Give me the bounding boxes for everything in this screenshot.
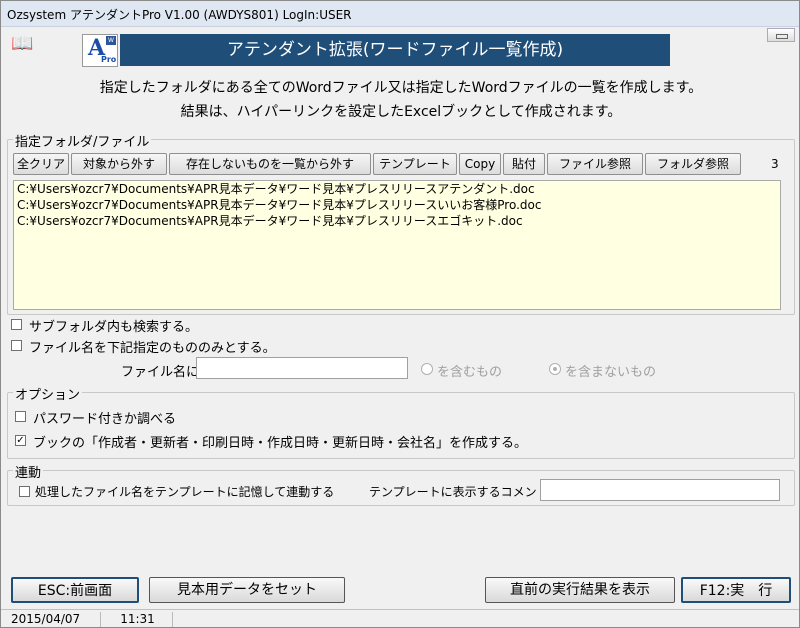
filename-label: ファイル名に xyxy=(121,365,200,380)
book-properties-checkbox[interactable]: ✓ xyxy=(15,435,26,446)
book-properties-label: ブックの「作成者・更新者・印刷日時・作成日時・更新日時・会社名」を作成する。 xyxy=(33,436,528,451)
search-subfolders-checkbox[interactable] xyxy=(11,319,22,330)
folder-browse-button[interactable]: フォルダ参照 xyxy=(645,153,741,175)
app-logo: A Pro W xyxy=(82,34,118,67)
radio-include-label: を含むもの xyxy=(437,365,503,380)
filter-by-name-label: ファイル名を下記指定のもののみとする。 xyxy=(29,341,276,356)
comment-input[interactable] xyxy=(540,479,780,501)
radio-exclude[interactable] xyxy=(549,363,561,375)
status-bar: 2015/04/07 11:31 xyxy=(1,609,799,628)
password-check-label: パスワード付きか調べる xyxy=(33,412,177,427)
status-time: 11:31 xyxy=(103,612,173,627)
exclude-missing-button[interactable]: 存在しないものを一覧から外す xyxy=(169,153,371,175)
file-group-label: 指定フォルダ/ファイル xyxy=(13,131,152,150)
remember-template-checkbox[interactable] xyxy=(19,486,30,497)
window-title: Ozsystem アテンダントPro V1.00 (AWDYS801) LogI… xyxy=(7,8,352,22)
link-group-label: 連動 xyxy=(13,462,44,481)
radio-include[interactable] xyxy=(421,363,433,375)
execute-button[interactable]: F12:実 行 xyxy=(681,577,791,603)
remember-template-label: 処理したファイル名をテンプレートに記憶して連動する xyxy=(35,485,335,499)
minimize-button[interactable] xyxy=(767,28,795,42)
file-browse-button[interactable]: ファイル参照 xyxy=(547,153,643,175)
comment-label: テンプレートに表示するコメント xyxy=(369,485,549,499)
esc-back-button[interactable]: ESC:前画面 xyxy=(11,577,139,603)
file-count: 3 xyxy=(771,157,779,171)
paste-button[interactable]: 貼付 xyxy=(503,153,545,175)
show-last-result-button[interactable]: 直前の実行結果を表示 xyxy=(485,577,675,603)
radio-exclude-label: を含まないもの xyxy=(565,365,657,380)
title-bar: Ozsystem アテンダントPro V1.00 (AWDYS801) LogI… xyxy=(1,1,799,27)
list-item[interactable]: C:¥Users¥ozcr7¥Documents¥APR見本データ¥ワード見本¥… xyxy=(14,181,780,197)
book-icon[interactable]: 📖 xyxy=(11,33,33,54)
copy-button[interactable]: Copy xyxy=(459,153,501,175)
exclude-button[interactable]: 対象から外す xyxy=(71,153,167,175)
file-list[interactable]: C:¥Users¥ozcr7¥Documents¥APR見本データ¥ワード見本¥… xyxy=(13,180,781,310)
page-title: アテンダント拡張(ワードファイル一覧作成) xyxy=(120,34,670,66)
description-line1: 指定したフォルダにある全てのWordファイル又は指定したWordファイルの一覧を… xyxy=(99,80,703,96)
list-item[interactable]: C:¥Users¥ozcr7¥Documents¥APR見本データ¥ワード見本¥… xyxy=(14,213,780,229)
filter-by-name-checkbox[interactable] xyxy=(11,340,22,351)
password-check-checkbox[interactable] xyxy=(15,411,26,422)
clear-all-button[interactable]: 全クリア xyxy=(13,153,69,175)
search-subfolders-label: サブフォルダ内も検索する。 xyxy=(29,320,199,335)
status-date: 2015/04/07 xyxy=(5,612,101,627)
logo-badge: W xyxy=(106,36,116,45)
options-group-label: オプション xyxy=(13,384,83,403)
filename-input[interactable] xyxy=(196,357,408,379)
list-item[interactable]: C:¥Users¥ozcr7¥Documents¥APR見本データ¥ワード見本¥… xyxy=(14,197,780,213)
template-button[interactable]: テンプレート xyxy=(373,153,457,175)
app-window: Ozsystem アテンダントPro V1.00 (AWDYS801) LogI… xyxy=(0,0,800,628)
description-line2: 結果は、ハイパーリンクを設定したExcelブックとして作成されます。 xyxy=(180,104,622,120)
set-sample-data-button[interactable]: 見本用データをセット xyxy=(149,577,345,603)
logo-sub: Pro xyxy=(101,55,117,64)
